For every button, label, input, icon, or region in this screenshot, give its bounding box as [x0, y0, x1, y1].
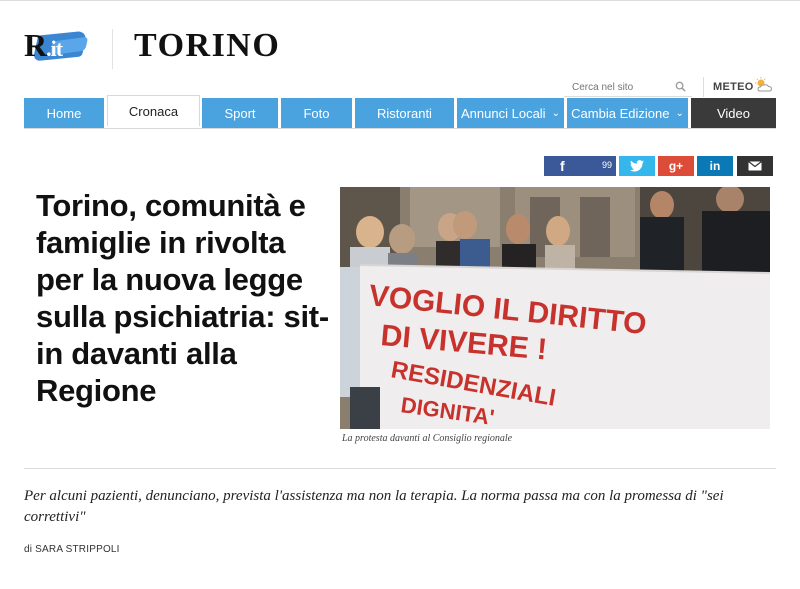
meteo-link[interactable]: METEO: [713, 81, 754, 93]
nav-tab-foto[interactable]: Foto: [281, 98, 352, 128]
gplus-icon: g+: [668, 159, 684, 173]
article-photo[interactable]: VOGLIO IL DIRITTO DI VIVERE ! RESIDENZIA…: [340, 187, 770, 429]
sun-cloud-icon[interactable]: [752, 77, 776, 93]
nav-tab-cronaca[interactable]: Cronaca: [107, 95, 200, 126]
nav-tab-home[interactable]: Home: [24, 98, 104, 128]
facebook-share-count: 99: [601, 160, 612, 170]
nav-tab-label: Ristoranti: [377, 105, 432, 121]
nav-tab-label: Sport: [224, 105, 256, 121]
article-byline: di SARA STRIPPOLI: [24, 544, 120, 555]
nav-tab-label: Home: [46, 105, 82, 121]
envelope-icon: [748, 161, 762, 171]
twitter-icon: [630, 160, 644, 172]
nav-tab-label: Video: [716, 105, 750, 121]
facebook-share-button[interactable]: f 99: [544, 156, 616, 176]
nav-tab-video[interactable]: Video: [691, 98, 776, 128]
nav-tab-label: Cambia Edizione: [571, 105, 670, 121]
nav-baseline: [24, 128, 776, 129]
logo-letter: R: [24, 27, 47, 63]
nav-tab-ristoranti[interactable]: Ristoranti: [355, 98, 454, 128]
edition-title[interactable]: TORINO: [134, 27, 280, 65]
logo-suffix: .it: [46, 36, 63, 61]
chevron-down-icon: ⌄: [675, 107, 684, 119]
site-search: [564, 77, 692, 97]
nav-tab-sport[interactable]: Sport: [202, 98, 278, 128]
email-share-button[interactable]: [737, 156, 773, 176]
search-input[interactable]: [572, 79, 672, 95]
linkedin-icon: in: [709, 159, 721, 173]
header-separator: [703, 77, 704, 97]
header-divider: [112, 29, 113, 69]
protest-photo-illustration: VOGLIO IL DIRITTO DI VIVERE ! RESIDENZIA…: [340, 187, 770, 429]
nav-tab-annunci-locali[interactable]: Annunci Locali ⌄: [457, 98, 564, 128]
repubblica-logo[interactable]: R.it: [22, 27, 89, 67]
photo-caption: La protesta davanti al Consiglio regiona…: [342, 433, 513, 444]
page: R.it TORINO METEO Home Cronaca Sport Fot…: [0, 0, 800, 589]
nav-tab-label: Foto: [303, 105, 330, 121]
facebook-icon: f: [560, 158, 565, 174]
search-icon[interactable]: [675, 81, 686, 92]
nav-tab-label: Annunci Locali: [461, 105, 546, 121]
chevron-down-icon: ⌄: [551, 107, 560, 119]
article-headline: Torino, comunità e famiglie in rivolta p…: [36, 188, 329, 408]
gplus-share-button[interactable]: g+: [658, 156, 694, 176]
nav-tab-label: Cronaca: [128, 103, 179, 119]
twitter-share-button[interactable]: [619, 156, 655, 176]
linkedin-share-button[interactable]: in: [697, 156, 733, 176]
nav-tab-cambia-edizione[interactable]: Cambia Edizione ⌄: [567, 98, 688, 128]
content-divider: [24, 468, 776, 469]
article-summary: Per alcuni pazienti, denunciano, previst…: [24, 488, 724, 525]
